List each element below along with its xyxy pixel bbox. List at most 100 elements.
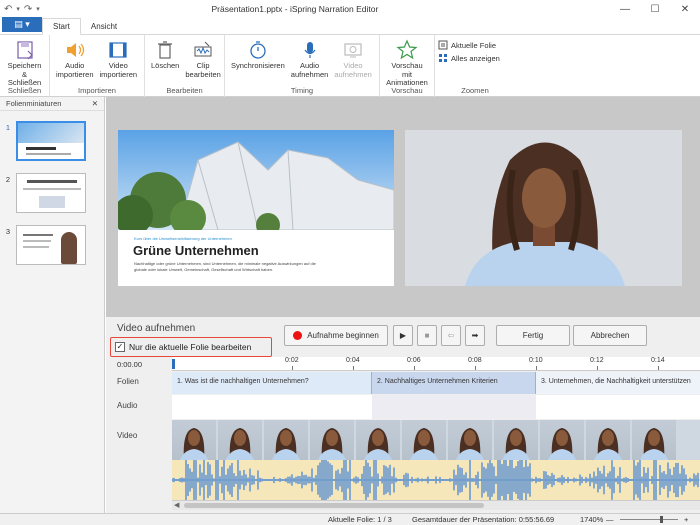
thumbnails-close-icon[interactable]: ✕ xyxy=(92,99,98,108)
scroll-left-icon[interactable]: ◀ xyxy=(174,501,179,509)
slide-thumbnail-3[interactable]: 3 xyxy=(0,225,105,265)
audio-waveform[interactable] xyxy=(172,460,700,500)
group-timing-label: Timing xyxy=(290,86,314,95)
current-slide-only-option[interactable]: ✓ Nur die aktuelle Folie bearbeiten xyxy=(110,337,272,357)
ribbon-tabs: ▤ ▾ Start Ansicht xyxy=(0,17,700,35)
slide-thumbnail-2[interactable]: 2 xyxy=(0,173,105,213)
video-recording-panel: Video aufnehmen ✓ Nur die aktuelle Folie… xyxy=(106,317,700,525)
synchronize-label: Synchronisieren xyxy=(231,61,285,70)
row-label-audio: Audio xyxy=(117,401,138,410)
star-icon xyxy=(396,39,418,60)
maximize-button[interactable]: ☐ xyxy=(640,4,670,15)
group-edit: Löschen Clip bearbeiten Bearbeiten xyxy=(145,35,225,97)
zoom-slider-thumb[interactable] xyxy=(660,516,663,523)
save-close-label-2: & Schließen xyxy=(7,69,42,87)
video-frames-track[interactable] xyxy=(172,420,700,460)
thumbnail-image xyxy=(16,173,86,213)
zoom-in-icon[interactable]: + xyxy=(684,515,688,524)
tab-view[interactable]: Ansicht xyxy=(81,19,127,34)
preview-label-1: Vorschau mit xyxy=(391,61,423,79)
group-close: Speichern & Schließen Schließen xyxy=(0,35,50,97)
close-button[interactable]: ✕ xyxy=(670,4,700,15)
zoom-all-icon xyxy=(439,54,447,62)
slide-segment-2[interactable]: 2. Nachhaltiges Unternehmen Kriterien xyxy=(372,372,536,394)
file-menu-button[interactable]: ▤ ▾ xyxy=(2,17,42,32)
record-audio-label-2: aufnehmen xyxy=(290,69,329,79)
recording-title: Video aufnehmen xyxy=(117,323,196,334)
film-icon xyxy=(109,42,127,58)
waveform-graphic xyxy=(172,460,700,500)
tick-label: 0:06 xyxy=(407,357,421,364)
slide-preview: Kurs über die Umweltsensibilisierung der… xyxy=(118,130,394,286)
video-frame xyxy=(586,420,630,460)
row-label-video: Video xyxy=(117,431,138,440)
video-frame xyxy=(356,420,400,460)
slide-heading: Grüne Unternehmen xyxy=(133,243,259,258)
video-frame xyxy=(540,420,584,460)
timeline-start-time: 0:00.00 xyxy=(117,360,143,369)
slide-thumbnail-1[interactable]: 1 xyxy=(0,121,105,161)
zoom-out-icon[interactable]: — xyxy=(606,515,614,524)
zoom-current-slide-button[interactable]: Aktuelle Folie xyxy=(438,40,500,50)
play-button[interactable]: ▶ xyxy=(393,325,413,346)
edit-clip-label-2: bearbeiten xyxy=(185,69,221,79)
done-button[interactable]: Fertig xyxy=(496,325,570,346)
delete-label: Löschen xyxy=(151,61,180,70)
video-frame xyxy=(310,420,354,460)
group-zoom-label: Zoomen xyxy=(461,86,489,95)
start-recording-button[interactable]: Aufnahme beginnen xyxy=(284,325,388,346)
zoom-current-slide-label: Aktuelle Folie xyxy=(451,40,497,50)
group-import-label: Importieren xyxy=(78,86,116,95)
next-slide-button[interactable]: ➡ xyxy=(465,325,485,346)
tab-start[interactable]: Start xyxy=(42,18,81,35)
video-frame xyxy=(632,420,676,460)
tick-label: 0:08 xyxy=(468,357,482,364)
presenter-video xyxy=(405,130,682,286)
group-import: Audio importieren Video importieren Impo… xyxy=(50,35,145,97)
slides-track: 1. Was ist die nachhaltigen Unternehmen?… xyxy=(172,372,700,394)
slide-number: 3 xyxy=(5,227,11,236)
scrollbar-thumb[interactable] xyxy=(184,503,484,508)
slide-kicker: Kurs über die Umweltsensibilisierung der… xyxy=(134,236,232,241)
timeline-scrollbar[interactable]: ◀ xyxy=(172,500,700,510)
save-close-icon xyxy=(16,41,33,60)
row-label-slides: Folien xyxy=(117,377,139,386)
video-frame xyxy=(264,420,308,460)
stop-button[interactable]: ■ xyxy=(417,325,437,346)
status-current-slide: Aktuelle Folie: 1 / 3 xyxy=(328,515,392,524)
webcam-icon xyxy=(344,43,362,58)
record-video-label-2: aufnehmen xyxy=(334,69,372,79)
slide-segment-3[interactable]: 3. Unternehmen, die Nachhaltigkeit unter… xyxy=(536,372,700,394)
record-dot-icon xyxy=(293,331,303,340)
group-timing: Synchronisieren Audio aufnehmen Video au… xyxy=(225,35,380,97)
group-preview-label: Vorschau xyxy=(391,86,423,95)
audio-track xyxy=(172,395,700,419)
video-preview xyxy=(405,130,682,286)
thumbnail-image xyxy=(16,121,86,161)
import-video-label-2: importieren xyxy=(99,69,138,79)
video-frame xyxy=(448,420,492,460)
microphone-icon xyxy=(304,42,316,58)
minimize-button[interactable]: — xyxy=(610,4,640,15)
import-audio-label-2: importieren xyxy=(56,69,94,79)
zoom-show-all-button[interactable]: Alles anzeigen xyxy=(438,53,500,63)
previous-slide-button[interactable]: ⇦ xyxy=(441,325,461,346)
edit-clip-icon xyxy=(194,41,212,57)
thumbnail-image xyxy=(16,225,86,265)
tick-label: 0:10 xyxy=(529,357,543,364)
zoom-slider[interactable] xyxy=(620,516,678,523)
speaker-icon xyxy=(66,43,84,57)
playhead-icon[interactable] xyxy=(172,359,175,369)
window-title: Präsentation1.pptx - iSpring Narration E… xyxy=(211,4,379,14)
tick-label: 0:02 xyxy=(285,357,299,364)
start-recording-label: Aufnahme beginnen xyxy=(307,331,379,340)
cancel-button[interactable]: Abbrechen xyxy=(573,325,647,346)
tick-label: 0:12 xyxy=(590,357,604,364)
preview-area: Kurs über die Umweltsensibilisierung der… xyxy=(106,97,700,317)
current-slide-only-checkbox[interactable]: ✓ xyxy=(115,342,125,352)
video-frame xyxy=(172,420,216,460)
group-edit-label: Bearbeiten xyxy=(166,86,203,95)
slide-number: 1 xyxy=(5,123,11,132)
slide-segment-1[interactable]: 1. Was ist die nachhaltigen Unternehmen? xyxy=(172,372,372,394)
timeline-ruler: 0:02 0:04 0:06 0:08 0:10 0:12 0:14 xyxy=(172,357,700,371)
